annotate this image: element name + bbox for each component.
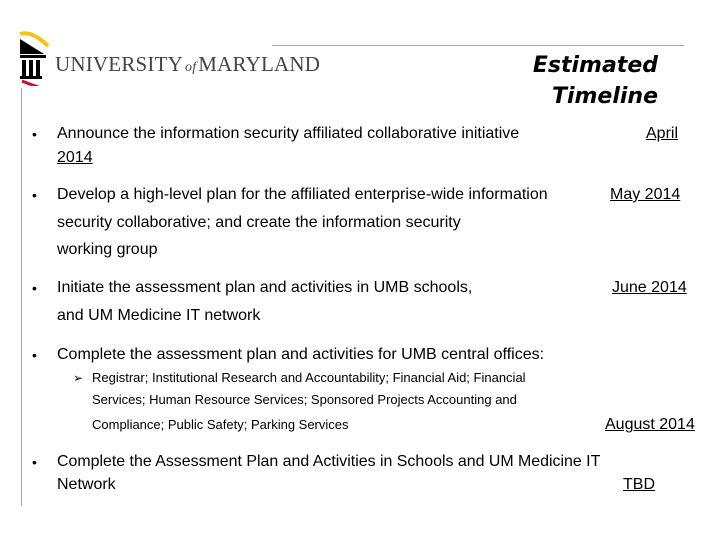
timeline-item: • Complete the assessment plan and activ… bbox=[0, 341, 720, 441]
item-date: TBD bbox=[623, 476, 655, 493]
sub-item-text: Compliance; Public Safety; Parking Servi… bbox=[92, 417, 349, 432]
timeline-item: • Announce the information security affi… bbox=[0, 120, 720, 176]
header-divider bbox=[272, 45, 684, 46]
item-text: security collaborative; and create the i… bbox=[57, 214, 461, 231]
item-date-year: 2014 bbox=[57, 149, 93, 166]
university-logo: UNIVERSITY ofMARYLAND bbox=[18, 16, 320, 86]
bullet-icon: • bbox=[32, 347, 37, 363]
logo-word-of: of bbox=[185, 60, 197, 75]
item-date: May 2014 bbox=[610, 186, 681, 203]
bullet-icon: • bbox=[32, 126, 37, 142]
item-text: and UM Medicine IT network bbox=[57, 307, 261, 324]
item-text: working group bbox=[57, 241, 158, 258]
logo-word-maryland: MARYLAND bbox=[198, 52, 321, 76]
column-building-icon bbox=[19, 31, 50, 86]
item-date: June 2014 bbox=[612, 279, 687, 296]
item-text: Complete the assessment plan and activit… bbox=[57, 346, 545, 363]
item-date: April bbox=[646, 125, 679, 142]
item-text: Complete the Assessment Plan and Activit… bbox=[57, 453, 601, 470]
arrow-bullet-icon: ➢ bbox=[73, 371, 84, 385]
item-date: August 2014 bbox=[605, 416, 695, 433]
heading-line-1: Estimated bbox=[532, 53, 658, 78]
item-text: Initiate the assessment plan and activit… bbox=[57, 279, 473, 296]
logo-word-university: UNIVERSITY bbox=[55, 52, 183, 76]
bullet-icon: • bbox=[32, 454, 37, 470]
item-text: Network bbox=[57, 476, 116, 493]
bullet-icon: • bbox=[32, 187, 37, 203]
bullet-icon: • bbox=[32, 280, 37, 296]
timeline-item: • Complete the Assessment Plan and Activ… bbox=[0, 448, 720, 500]
timeline-item: • Develop a high-level plan for the affi… bbox=[0, 181, 720, 265]
sub-item-text: Registrar; Institutional Research and Ac… bbox=[92, 370, 526, 385]
heading-line-2: Timeline bbox=[551, 84, 658, 109]
logo-wordmark: UNIVERSITY ofMARYLAND bbox=[55, 52, 320, 77]
sub-item-text: Services; Human Resource Services; Spons… bbox=[92, 392, 517, 407]
item-text: Develop a high-level plan for the affili… bbox=[57, 186, 548, 203]
timeline-item: • Initiate the assessment plan and activ… bbox=[0, 274, 720, 330]
item-text: Announce the information security affili… bbox=[57, 125, 520, 142]
timeline-heading: Estimated Timeline bbox=[533, 50, 658, 112]
